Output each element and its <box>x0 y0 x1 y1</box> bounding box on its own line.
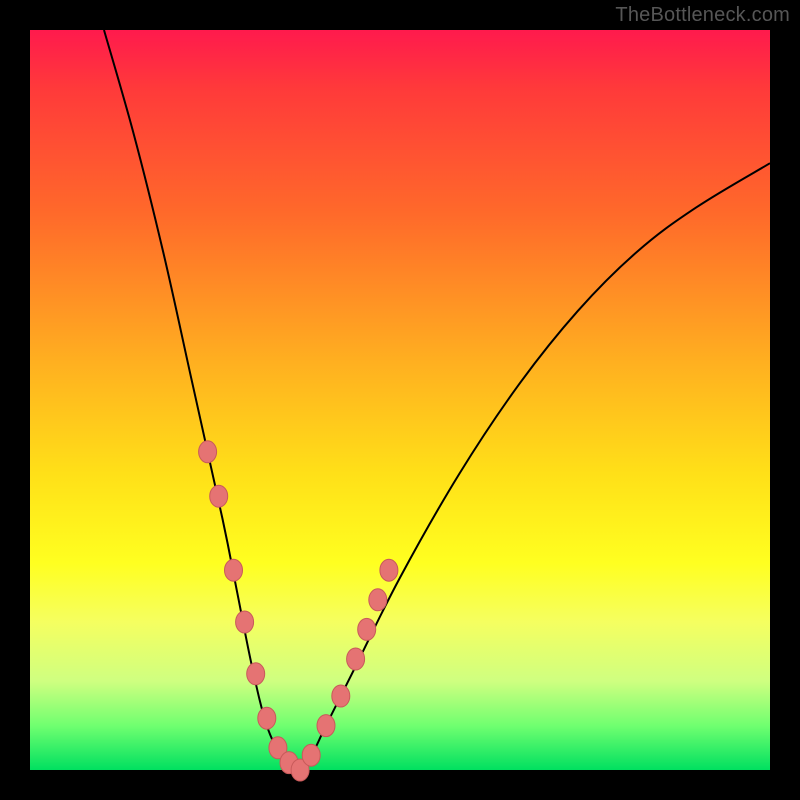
plot-area <box>30 30 770 770</box>
bead <box>347 648 365 670</box>
bead <box>302 744 320 766</box>
bead <box>258 707 276 729</box>
bead <box>210 485 228 507</box>
bottleneck-curve <box>104 30 770 770</box>
bead <box>358 618 376 640</box>
bead <box>199 441 217 463</box>
bead <box>247 663 265 685</box>
bead <box>380 559 398 581</box>
bead <box>332 685 350 707</box>
bead <box>317 715 335 737</box>
bead <box>236 611 254 633</box>
curve-beads <box>199 441 398 781</box>
bead <box>225 559 243 581</box>
watermark-text: TheBottleneck.com <box>615 4 790 27</box>
chart-frame: TheBottleneck.com <box>0 0 800 800</box>
bead <box>369 589 387 611</box>
chart-svg <box>30 30 770 770</box>
